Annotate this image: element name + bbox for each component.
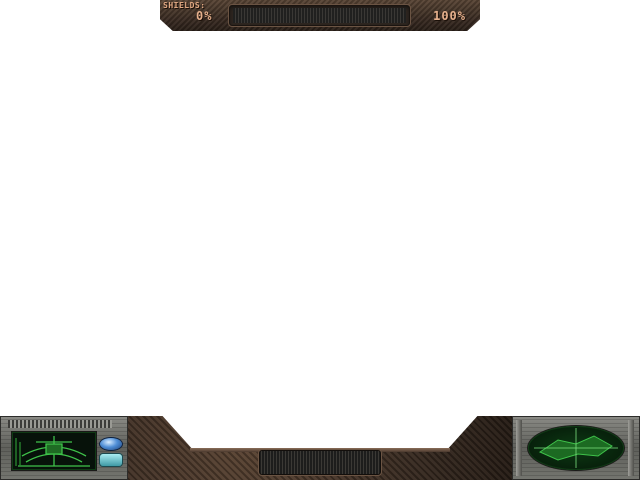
vehicle-schematic-screen [12, 432, 96, 470]
mode-orb-button[interactable] [100, 438, 122, 450]
vehicle-schematic-icon [15, 436, 90, 467]
console-slot [258, 449, 382, 476]
vent-grille [8, 420, 112, 428]
left-status-panel [0, 416, 128, 480]
shields-meter-grid [233, 8, 406, 23]
shields-bar: SHIELDS: 0% 100% [160, 0, 480, 31]
pipe-left [516, 420, 522, 476]
right-radar-panel [512, 416, 640, 480]
shields-max-label: 100% [433, 9, 466, 23]
terrain-radar-screen [528, 426, 624, 470]
shields-min-label: 0% [196, 9, 213, 23]
shields-meter [228, 4, 411, 27]
terrain-radar-icon [534, 428, 618, 468]
cyan-toggle-button[interactable] [100, 454, 122, 466]
pipe-right [628, 420, 634, 476]
